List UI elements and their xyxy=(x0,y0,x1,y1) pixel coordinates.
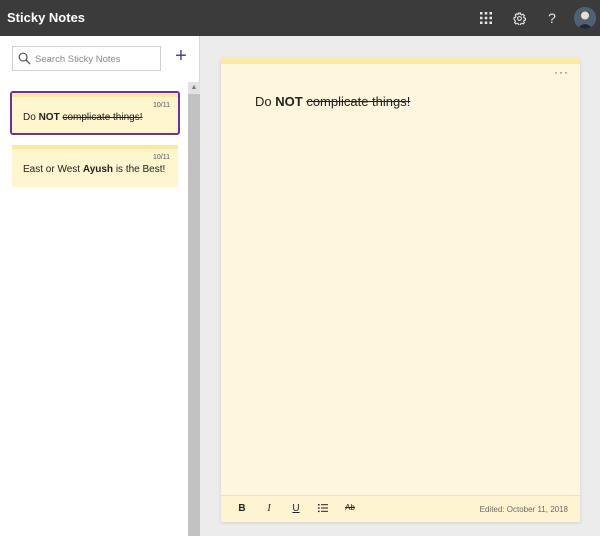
note-date: 10/11 xyxy=(153,102,170,109)
note-color-strip xyxy=(221,58,580,64)
note-date: 10/11 xyxy=(153,154,170,161)
apps-grid-icon[interactable] xyxy=(476,8,496,28)
search-input[interactable] xyxy=(35,50,157,68)
note-text-plain: East or West xyxy=(23,164,83,175)
bold-button[interactable]: B xyxy=(235,503,249,517)
app-title: Sticky Notes xyxy=(7,10,86,25)
note-text-plain: is the Best! xyxy=(113,164,166,175)
note-card[interactable]: 10/11 East or West Ayush is the Best! xyxy=(12,145,178,187)
note-color-strip xyxy=(12,93,178,97)
underline-button[interactable]: U xyxy=(289,503,303,517)
edited-timestamp: Edited: October 11, 2018 xyxy=(479,505,568,514)
note-text-bold: NOT xyxy=(275,94,303,109)
format-toolbar: B I U Ab Edited: October 11, 2018 xyxy=(221,495,580,522)
add-note-button[interactable]: + xyxy=(171,46,191,67)
note-card-selected[interactable]: 10/11 Do NOT complicate things! xyxy=(10,91,180,135)
note-text-bold: Ayush xyxy=(82,164,114,175)
note-preview: East or West Ayush is the Best! xyxy=(23,164,165,175)
gear-icon[interactable] xyxy=(509,8,529,28)
more-options-icon[interactable]: ··· xyxy=(554,66,569,78)
note-text-strike: complicate things! xyxy=(306,94,411,109)
help-icon[interactable]: ? xyxy=(542,8,562,28)
italic-button[interactable]: I xyxy=(262,503,276,517)
note-editor[interactable]: ··· Do NOT complicate things! B I U Ab E… xyxy=(221,58,580,522)
note-preview: Do NOT complicate things! xyxy=(23,112,143,123)
note-text-bold: NOT xyxy=(38,112,60,123)
note-text-strike: complicate things! xyxy=(62,112,143,123)
avatar[interactable] xyxy=(574,7,596,29)
search-icon xyxy=(18,52,31,65)
note-text-plain: Do xyxy=(255,94,276,109)
scroll-up-arrow-icon[interactable]: ▲ xyxy=(188,82,200,94)
bullet-list-icon[interactable] xyxy=(316,503,330,517)
search-box[interactable] xyxy=(12,46,161,71)
scrollbar[interactable]: ▲ xyxy=(188,82,200,536)
title-bar: Sticky Notes ? xyxy=(0,0,600,36)
note-text-plain: Do xyxy=(23,112,39,123)
note-color-strip xyxy=(12,145,178,149)
note-content[interactable]: Do NOT complicate things! xyxy=(255,94,410,109)
strikethrough-button[interactable]: Ab xyxy=(343,503,357,517)
